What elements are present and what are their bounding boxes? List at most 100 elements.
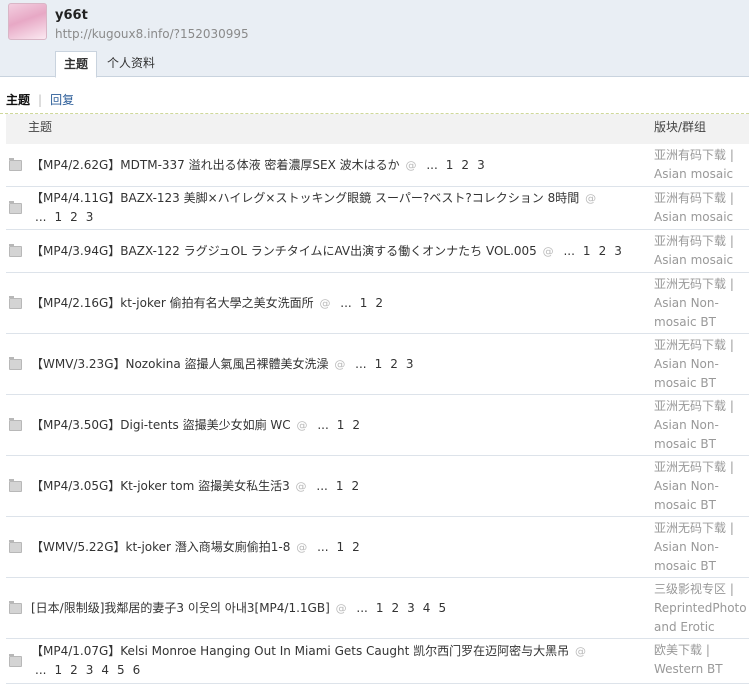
forum-link[interactable]: 亚洲有码下载 | Asian mosaic BT [652,230,749,272]
page-link[interactable]: 1 [54,663,62,677]
attachment-icon: @ [296,540,308,554]
forum-link[interactable]: 亚洲有码下载 | Asian mosaic BT [652,144,749,186]
attachment-icon: @ [319,296,331,310]
page-link[interactable]: 2 [392,601,400,615]
topic-link[interactable]: 【MP4/3.05G】Kt-joker tom 盜撮美女私生活3 [31,479,290,493]
table-row: [日本/限制级]我鄰居的妻子3 이웃의 아내3[MP4/1.1GB] @ ...… [6,578,749,639]
pages-ellipsis: ... [340,295,352,310]
page-link[interactable]: 3 [406,357,414,371]
pages-ellipsis: ... [356,600,368,615]
page-link[interactable]: 3 [407,601,415,615]
page-link[interactable]: 1 [360,296,368,310]
topic-title-line: 【MP4/3.05G】Kt-joker tom 盜撮美女私生活3 @ ... 1 2 [31,477,363,496]
table-row: 【MP4/1.07G】Kelsi Monroe Hanging Out In M… [6,639,749,684]
topic-link[interactable]: 【MP4/4.11G】BAZX-123 美脚×ハイレグ×ストッキング眼鏡 スーパ… [31,191,579,205]
topic-link[interactable]: 【MP4/3.94G】BAZX-122 ラグジュOL ランチタイムにAV出演する… [31,244,537,258]
page-link[interactable]: 2 [599,244,607,258]
topic-title-line: 【MP4/4.11G】BAZX-123 美脚×ハイレグ×ストッキング眼鏡 スーパ… [31,189,646,227]
topic-link[interactable]: 【MP4/3.50G】Digi-tents 盜撮美少女如廁 WC [31,418,291,432]
forum-link[interactable]: 亚洲无码下载 | Asian Non-mosaic BT [652,517,749,577]
topic-cell: [日本/限制级]我鄰居的妻子3 이웃의 아내3[MP4/1.1GB] @ ...… [6,578,652,638]
topic-link[interactable]: 【WMV/5.22G】kt-joker 潛入商場女廁偷拍1-8 [31,540,290,554]
page-link[interactable]: 3 [477,158,485,172]
forum-link[interactable]: 亚洲无码下载 | Asian Non-mosaic BT [652,273,749,333]
folder-icon [9,295,22,309]
page-link[interactable]: 3 [86,663,94,677]
topic-cell: 【WMV/5.22G】kt-joker 潛入商場女廁偷拍1-8 @ ... 1 2 [6,517,652,577]
table-header: 主题 版块/群组 [6,114,749,144]
subnav-separator: | [38,93,43,107]
page-link[interactable]: 2 [352,540,360,554]
subnav-replies[interactable]: 回复 [50,93,74,107]
page-link[interactable]: 2 [461,158,469,172]
folder-icon [9,243,22,257]
topic-pages: ... 1 2 [336,296,387,310]
page-link[interactable]: 1 [583,244,591,258]
folder-icon [9,478,22,492]
topic-link[interactable]: [日本/限制级]我鄰居的妻子3 이웃의 아내3[MP4/1.1GB] [31,601,330,615]
sub-navigation: 主题 | 回复 [0,77,749,114]
topic-pages: ... 1 2 [312,479,363,493]
pages-ellipsis: ... [563,243,575,258]
page-link[interactable]: 2 [375,296,383,310]
forum-link[interactable]: 亚洲有码下载 | Asian mosaic BT [652,187,749,229]
forum-link[interactable]: 亚洲无码下载 | Asian Non-mosaic BT [652,334,749,394]
page-link[interactable]: 2 [70,210,78,224]
table-body: 【MP4/2.62G】MDTM-337 溢れ出る体液 密着濃厚SEX 波木はるか… [6,144,749,684]
page-link[interactable]: 1 [336,479,344,493]
page-link[interactable]: 3 [614,244,622,258]
topic-link[interactable]: 【MP4/2.16G】kt-joker 偷拍有名大學之美女洗面所 [31,296,314,310]
profile-tabs: 主题 个人资料 [55,51,165,78]
topic-title-line: 【MP4/1.07G】Kelsi Monroe Hanging Out In M… [31,642,646,680]
topic-cell: 【MP4/3.05G】Kt-joker tom 盜撮美女私生活3 @ ... 1 2 [6,456,652,516]
topic-title-line: 【MP4/3.50G】Digi-tents 盜撮美少女如廁 WC @ ... 1 2 [31,416,364,435]
topic-cell: 【MP4/3.50G】Digi-tents 盜撮美少女如廁 WC @ ... 1 2 [6,395,652,455]
page-link[interactable]: 6 [133,663,141,677]
page-link[interactable]: 1 [446,158,454,172]
page-link[interactable]: 5 [438,601,446,615]
tab-profile[interactable]: 个人资料 [99,51,163,75]
attachment-icon: @ [585,192,597,205]
profile-header: y66t http://kugoux8.info/?152030995 主题 个… [0,0,749,78]
page-link[interactable]: 3 [86,210,94,224]
pages-ellipsis: ... [35,210,47,224]
topic-title-line: 【MP4/2.16G】kt-joker 偷拍有名大學之美女洗面所 @ ... 1 2 [31,294,387,313]
table-row: 【WMV/3.23G】Nozokina 盜撮人氣風呂裸體美女洗澡 @ ... 1 2… [6,334,749,395]
folder-icon [9,356,22,370]
topic-pages: ... 1 2 [313,540,364,554]
topic-link[interactable]: 【WMV/3.23G】Nozokina 盜撮人氣風呂裸體美女洗澡 [31,357,329,371]
page-link[interactable]: 1 [337,540,345,554]
page-link[interactable]: 1 [54,210,62,224]
folder-icon [9,200,22,214]
pages-ellipsis: ... [317,539,329,554]
forum-link[interactable]: 欧美下载 | Western BT [652,639,749,683]
forum-link[interactable]: 三级影视专区 | ReprintedPhoto and Erotic [652,578,749,638]
page-link[interactable]: 1 [375,357,383,371]
topic-cell: 【MP4/1.07G】Kelsi Monroe Hanging Out In M… [6,639,652,683]
tab-topics[interactable]: 主题 [55,51,98,78]
page-link[interactable]: 4 [101,663,109,677]
folder-icon [9,539,22,553]
subnav-topics[interactable]: 主题 [6,93,30,107]
forum-link[interactable]: 亚洲无码下载 | Asian Non-mosaic BT [652,395,749,455]
topic-link[interactable]: 【MP4/1.07G】Kelsi Monroe Hanging Out In M… [31,644,569,658]
topic-pages: ... 1 2 3 [31,210,97,224]
page-link[interactable]: 2 [352,418,360,432]
pages-ellipsis: ... [426,157,438,172]
page-link[interactable]: 2 [351,479,359,493]
attachment-icon: @ [405,158,417,172]
page-link[interactable]: 2 [390,357,398,371]
page-link[interactable]: 4 [423,601,431,615]
page-link[interactable]: 5 [117,663,125,677]
avatar[interactable] [8,3,47,40]
table-row: 【MP4/2.62G】MDTM-337 溢れ出る体液 密着濃厚SEX 波木はるか… [6,144,749,187]
user-url[interactable]: http://kugoux8.info/?152030995 [55,27,249,41]
forum-link[interactable]: 亚洲无码下载 | Asian Non-mosaic BT [652,456,749,516]
page-link[interactable]: 2 [70,663,78,677]
username[interactable]: y66t [55,8,88,23]
topic-pages: ... 1 2 3 4 5 6 [31,663,144,677]
topic-link[interactable]: 【MP4/2.62G】MDTM-337 溢れ出る体液 密着濃厚SEX 波木はるか [31,158,400,172]
page-link[interactable]: 1 [337,418,345,432]
page-link[interactable]: 1 [376,601,384,615]
topic-title-line: 【WMV/5.22G】kt-joker 潛入商場女廁偷拍1-8 @ ... 1 2 [31,538,364,557]
